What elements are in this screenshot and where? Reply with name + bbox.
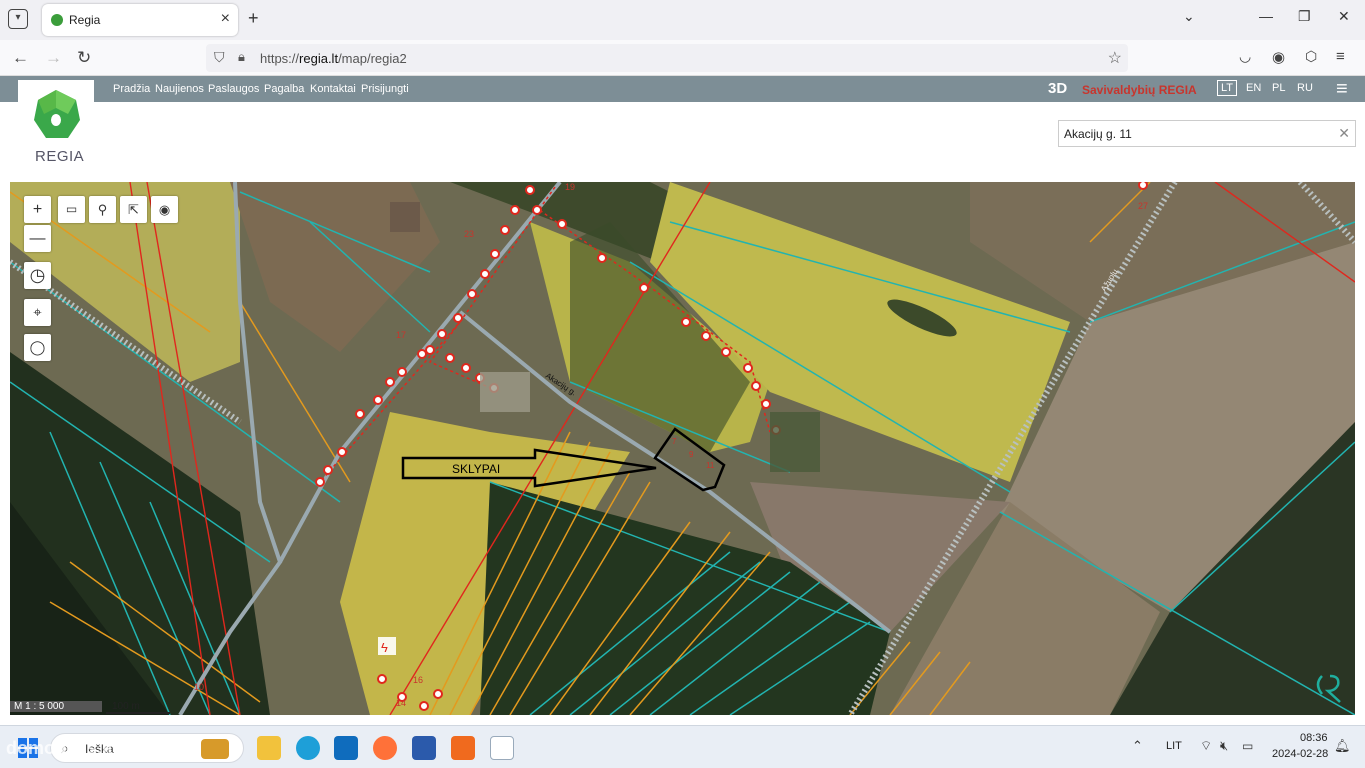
regia-favicon-icon (51, 14, 63, 26)
bookmark-star-icon[interactable]: ☆ (1108, 48, 1122, 68)
lang-en[interactable]: EN (1246, 82, 1261, 94)
menu-icon[interactable]: ≡ (1336, 48, 1345, 65)
parcel-number-23: 23 (464, 229, 474, 239)
address-bar[interactable]: ⛉ 🔒︎ https://regia.lt/map/regia2 ☆ (206, 44, 1128, 72)
map-view[interactable]: 7 9 11 SKLYPAI Akacijų g. Ąžuolų 16 14 1… (10, 182, 1355, 715)
input-language[interactable]: LIT (1166, 740, 1182, 752)
lock-icon[interactable]: 🔒︎ (238, 49, 245, 65)
zoom-in-button[interactable]: + (24, 196, 51, 223)
briefcase-icon (201, 739, 229, 759)
nav-link-prisijungti[interactable]: Prisijungti (361, 83, 409, 95)
nav-link-pagalba[interactable]: Pagalba (264, 83, 304, 95)
close-tab-icon[interactable]: × (221, 10, 230, 28)
outlook-icon[interactable] (334, 736, 358, 760)
watermark-text: domoplius.lt (6, 738, 113, 758)
new-tab-icon[interactable]: + (248, 8, 259, 29)
share-tool-icon[interactable]: ⇱ (120, 196, 147, 223)
power-marker-icon: ϟ (381, 640, 388, 655)
nav-link-paslaugos[interactable]: Paslaugos (208, 83, 259, 95)
parcel-number-19: 19 (565, 182, 575, 192)
lang-pl[interactable]: PL (1272, 82, 1285, 94)
edge-browser-icon[interactable] (296, 736, 320, 760)
parcel-number-10: 10 (194, 682, 204, 692)
shield-icon[interactable]: ⛉ (214, 49, 225, 66)
tab-list-icon[interactable]: ▾ (8, 9, 28, 29)
tab-title: Regia (69, 13, 101, 27)
history-tool-icon[interactable]: ◷ (24, 262, 51, 289)
regia-logo-icon (34, 90, 80, 138)
photo-app-icon[interactable] (451, 736, 475, 760)
forward-arrow-icon[interactable]: → (45, 48, 62, 68)
url-text: https://regia.lt/map/regia2 (260, 51, 407, 66)
nav-link-pradzia[interactable]: Pradžia (113, 83, 150, 95)
nav-link-kontaktai[interactable]: Kontaktai (310, 83, 356, 95)
search-input[interactable] (1059, 121, 1319, 146)
browser-tab-bar: ▾ Regia × + ⌄ — ❐ ✕ (0, 0, 1365, 40)
logo-text: REGIA (35, 148, 85, 165)
parcel-number-17: 17 (396, 330, 406, 340)
word-icon[interactable] (412, 736, 436, 760)
battery-icon[interactable]: ▭ (1242, 739, 1253, 753)
parcel-number-14: 14 (396, 698, 406, 708)
locate-point-icon[interactable]: ◉ (151, 196, 178, 223)
gps-location-icon[interactable]: ⌖ (24, 299, 51, 326)
clear-search-icon[interactable]: ✕ (1338, 125, 1350, 142)
marker-tool-icon[interactable]: ⚲ (89, 196, 116, 223)
speaker-muted-icon[interactable]: 🔇︎ (1220, 738, 1228, 754)
clock-time[interactable]: 08:36 (1300, 732, 1328, 744)
back-arrow-icon[interactable]: ← (12, 48, 29, 68)
scale-length: 100 m (106, 701, 170, 714)
restore-icon[interactable]: ❐ (1298, 8, 1311, 25)
parcel-number-7: 7 (672, 437, 677, 446)
address-search-field[interactable]: ✕ (1058, 120, 1356, 147)
account-icon[interactable]: ◉ (1272, 48, 1285, 66)
area-select-icon[interactable]: ◯ (24, 334, 51, 361)
parcel-number-16: 16 (413, 675, 423, 685)
nav-link-naujienos[interactable]: Naujienos (155, 83, 204, 95)
map-canvas[interactable]: 7 9 11 SKLYPAI Akacijų g. Ąžuolų 16 14 1… (10, 182, 1355, 715)
chevron-down-icon[interactable]: ⌄ (1183, 8, 1195, 25)
parcel-number-11: 11 (706, 461, 715, 470)
scale-ratio: M 1 : 5 000 (10, 701, 102, 712)
parcel-number-9: 9 (689, 450, 694, 459)
site-top-bar: Pradžia Naujienos Paslaugos Pagalba Kont… (0, 76, 1365, 102)
parcel-number-27: 27 (1138, 201, 1148, 211)
lang-ru[interactable]: RU (1297, 82, 1313, 94)
zoom-out-button[interactable]: — (24, 225, 51, 252)
file-explorer-icon[interactable] (257, 736, 281, 760)
close-window-icon[interactable]: ✕ (1338, 8, 1350, 25)
reload-icon[interactable]: ↻ (77, 48, 91, 68)
3d-button[interactable]: 3D (1048, 80, 1067, 97)
notification-bell-icon[interactable]: 🔔︎ (1334, 738, 1351, 754)
firefox-icon[interactable] (373, 736, 397, 760)
pocket-icon[interactable]: ◡ (1239, 48, 1251, 65)
snipping-tool-icon[interactable] (490, 736, 514, 760)
measure-tool-icon[interactable]: ▭ (58, 196, 85, 223)
windows-taskbar: ⌕ Ieška domoplius.lt ⌃ LIT ⌔ 🔇︎ ▭ 08:36 … (0, 725, 1365, 768)
hamburger-menu-icon[interactable]: ≡ (1336, 78, 1348, 101)
lang-lt[interactable]: LT (1217, 80, 1238, 96)
wifi-icon[interactable]: ⌔ (1200, 738, 1212, 754)
tray-chevron-up-icon[interactable]: ⌃ (1132, 738, 1143, 754)
minimize-icon[interactable]: — (1259, 8, 1273, 24)
annotation-text: SKLYPAI (452, 462, 500, 476)
clock-date[interactable]: 2024-02-28 (1272, 748, 1328, 760)
extensions-icon[interactable]: ⬡ (1305, 48, 1317, 65)
brand-title: Savivaldybių REGIA (1082, 83, 1197, 97)
browser-tab[interactable]: Regia × (42, 4, 238, 36)
